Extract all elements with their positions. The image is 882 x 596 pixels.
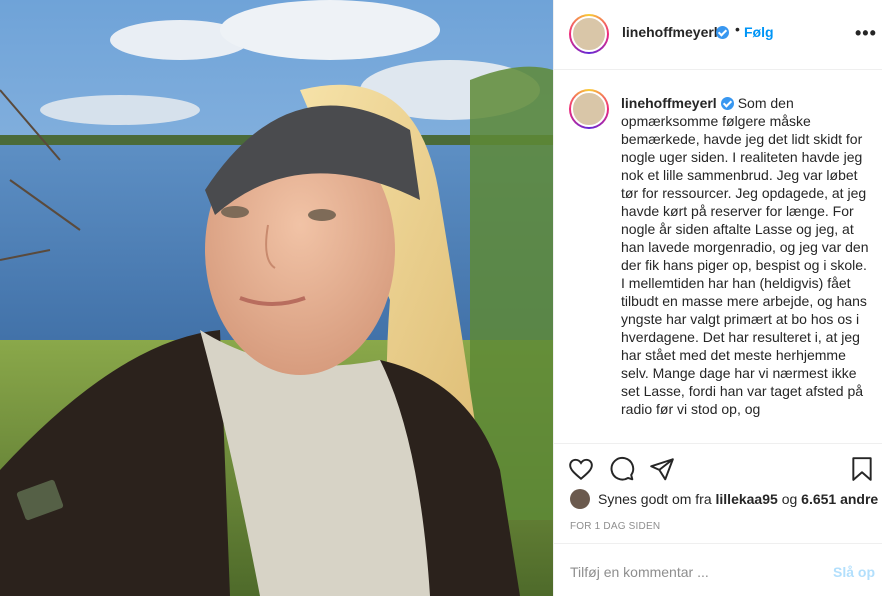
- post-details-panel: linehoffmeyerl • Følg ••• linehoffmeyerl…: [553, 0, 882, 596]
- caption-username[interactable]: linehoffmeyerl: [621, 95, 717, 111]
- separator-dot: •: [735, 21, 740, 37]
- liker-avatar: [570, 489, 590, 509]
- post-photo[interactable]: [0, 0, 553, 596]
- post-timestamp[interactable]: FOR 1 DAG SIDEN: [570, 521, 660, 532]
- likes-conjunction: og: [781, 491, 798, 507]
- comment-bar: Slå op: [554, 543, 882, 596]
- comment-input[interactable]: [570, 564, 800, 580]
- caption-text: Som den opmærksomme følgere måske bemærk…: [621, 95, 869, 417]
- avatar[interactable]: [569, 14, 609, 54]
- likes-prefix: Synes godt om fra: [598, 491, 712, 507]
- post-comment-button[interactable]: Slå op: [833, 564, 875, 580]
- verified-badge-icon: [720, 97, 734, 110]
- liker-username[interactable]: lillekaa95: [716, 491, 778, 507]
- bookmark-icon[interactable]: [850, 456, 874, 485]
- comments-area[interactable]: linehoffmeyerl Som den opmærksomme følger…: [554, 71, 882, 443]
- share-icon[interactable]: [649, 456, 675, 485]
- username-link[interactable]: linehoffmeyerl: [622, 24, 718, 40]
- follow-button[interactable]: Følg: [744, 24, 774, 40]
- heart-icon[interactable]: [568, 456, 594, 485]
- likes-count[interactable]: 6.651 andre: [801, 491, 878, 507]
- comment-icon[interactable]: [609, 456, 635, 485]
- verified-badge-icon: [716, 26, 729, 39]
- post-actions: Synes godt om fra lillekaa95 og 6.651 an…: [554, 443, 882, 596]
- post-header: linehoffmeyerl • Følg •••: [554, 0, 882, 70]
- caption: linehoffmeyerl Som den opmærksomme følger…: [621, 94, 869, 418]
- caption-avatar[interactable]: [569, 89, 609, 129]
- selfie-image: [0, 0, 553, 596]
- more-options-icon[interactable]: •••: [855, 24, 877, 42]
